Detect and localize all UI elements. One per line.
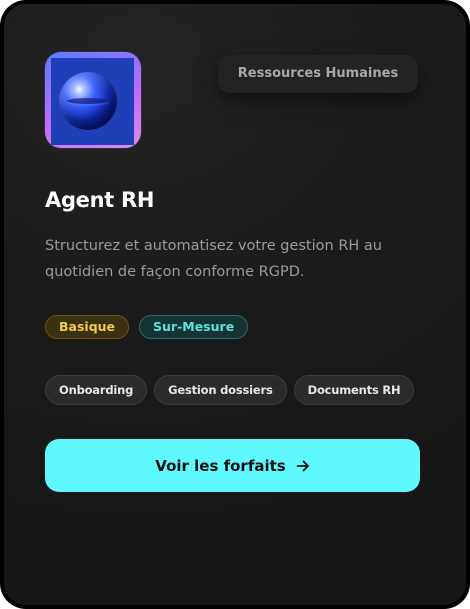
- plan-tag-basique: Basique: [45, 315, 130, 339]
- feature-tag-gestion-dossiers: Gestion dossiers: [154, 375, 287, 405]
- arrow-right-icon: [296, 460, 309, 471]
- feature-tag-documents-rh: Documents RH: [293, 375, 415, 405]
- agent-app-icon: [45, 52, 141, 148]
- feature-tags: Onboarding Gestion dossiers Documents RH: [45, 375, 415, 405]
- plan-tag-sur-mesure: Sur-Mesure: [139, 315, 249, 339]
- blue-sphere-icon: [59, 72, 117, 130]
- view-plans-label: Voir les forfaits: [155, 456, 286, 475]
- view-plans-button[interactable]: Voir les forfaits: [45, 439, 420, 492]
- agent-card: Ressources Humaines Agent RH Structurez …: [0, 0, 470, 609]
- category-badge: Ressources Humaines: [218, 55, 418, 93]
- feature-tag-onboarding: Onboarding: [45, 375, 148, 405]
- agent-description: Structurez et automatisez votre gestion …: [45, 238, 382, 280]
- agent-card-body: Ressources Humaines Agent RH Structurez …: [4, 4, 466, 605]
- plan-tags: Basique Sur-Mesure: [45, 315, 249, 339]
- agent-title: Agent RH: [45, 188, 155, 212]
